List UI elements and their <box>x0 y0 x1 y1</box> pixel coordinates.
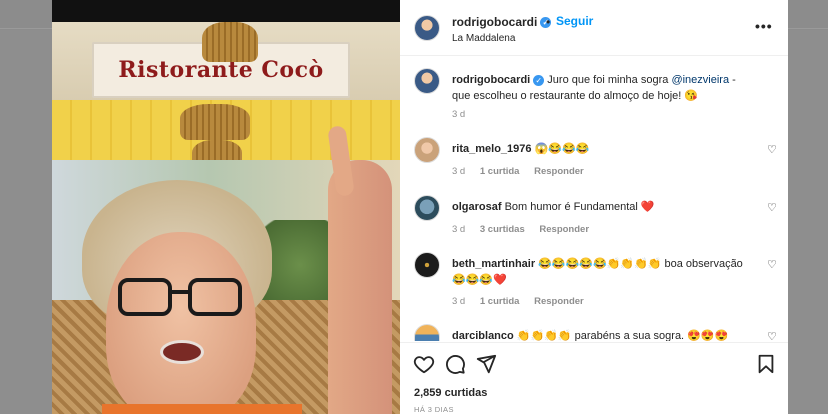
caption-body-start: Juro que foi minha sogra <box>547 74 672 86</box>
header-separator: • <box>546 15 551 29</box>
reply-button[interactable]: Responder <box>534 296 584 307</box>
comment-time: 3 d <box>452 296 466 307</box>
photo-top-strip <box>52 0 400 22</box>
share-icon[interactable] <box>475 353 497 375</box>
reply-button[interactable]: Responder <box>539 224 589 235</box>
post-panel: rodrigobocardi ✓ • Seguir La Maddalena ••… <box>400 0 788 414</box>
comment-text: rita_melo_1976 😱😂😂😂 <box>452 141 752 157</box>
comments-list[interactable]: rodrigobocardi ✓ Juro que foi minha sogra… <box>400 57 788 341</box>
comment-likes[interactable]: 1 curtida <box>480 166 520 177</box>
wicker-lamp <box>180 104 250 140</box>
comment-body: 👏👏👏👏 parabéns a sua sogra. 😍😍😍 <box>516 330 729 341</box>
caption-meta: 3 d <box>452 109 477 120</box>
comment-heart-icon[interactable]: ♡ <box>767 201 777 214</box>
author-username[interactable]: rodrigobocardi ✓ <box>452 15 552 29</box>
comment-meta: 3 d 1 curtida Responder <box>452 166 596 177</box>
comment-text: olgarosaf Bom humor é Fundamental ❤️ <box>452 199 752 215</box>
commenter-username[interactable]: beth_martinhair <box>452 258 535 270</box>
comment-time: 3 d <box>452 166 466 177</box>
post-modal: Ristorante Cocò rodrigobocardi ✓ • Seguir… <box>52 0 788 414</box>
comment-icon[interactable] <box>444 353 466 375</box>
glasses-bridge <box>170 290 190 294</box>
commenter-avatar[interactable] <box>414 137 440 163</box>
comment-text: beth_martinhair 😂😂😂😂😂👏👏👏👏 boa observação… <box>452 256 752 288</box>
glasses-right-lens <box>188 278 242 316</box>
caption-text: rodrigobocardi ✓ Juro que foi minha sogra… <box>452 72 752 104</box>
commenter-avatar[interactable] <box>414 252 440 278</box>
comment-text: darciblanco 👏👏👏👏 parabéns a sua sogra. 😍… <box>452 328 752 341</box>
post-age: HÁ 3 DIAS <box>414 405 454 414</box>
post-actions: 2,859 curtidas HÁ 3 DIAS <box>400 342 788 414</box>
caption-time: 3 d <box>452 109 466 120</box>
caption-mention[interactable]: @inezvieira <box>671 74 729 86</box>
comment-heart-icon[interactable]: ♡ <box>767 258 777 271</box>
comment-likes[interactable]: 3 curtidas <box>480 224 525 235</box>
author-avatar[interactable] <box>414 68 440 94</box>
commenter-avatar[interactable] <box>414 195 440 221</box>
comment-body: Bom humor é Fundamental ❤️ <box>504 201 655 213</box>
comment-heart-icon[interactable]: ♡ <box>767 143 777 156</box>
raised-arm <box>328 160 392 414</box>
commenter-username[interactable]: rita_melo_1976 <box>452 143 532 155</box>
comment-body: 😱😂😂😂 <box>534 143 590 155</box>
commenter-username[interactable]: olgarosaf <box>452 201 502 213</box>
comment-time: 3 d <box>452 224 466 235</box>
caption-username[interactable]: rodrigobocardi <box>452 74 530 86</box>
comment-meta: 3 d 3 curtidas Responder <box>452 224 601 235</box>
post-photo[interactable]: Ristorante Cocò <box>52 0 400 414</box>
post-location[interactable]: La Maddalena <box>452 33 515 44</box>
likes-count[interactable]: 2,859 curtidas <box>414 387 487 399</box>
heart-icon[interactable] <box>413 353 435 375</box>
reply-button[interactable]: Responder <box>534 166 584 177</box>
comment-likes[interactable]: 1 curtida <box>480 296 520 307</box>
post-header: rodrigobocardi ✓ • Seguir La Maddalena ••… <box>400 0 788 56</box>
comment-heart-icon[interactable]: ♡ <box>767 330 777 341</box>
woman-face <box>106 232 256 414</box>
more-options-button[interactable]: ••• <box>755 18 773 34</box>
bookmark-icon[interactable] <box>755 353 777 375</box>
glasses-left-lens <box>118 278 172 316</box>
commenter-username[interactable]: darciblanco <box>452 330 514 341</box>
orange-shirt <box>102 404 302 414</box>
comment-meta: 3 d 1 curtida Responder <box>452 296 596 307</box>
author-username-text[interactable]: rodrigobocardi <box>452 15 537 29</box>
woman-mouth <box>160 340 204 364</box>
wicker-lamp <box>202 22 258 62</box>
commenter-avatar[interactable] <box>414 324 440 341</box>
author-avatar[interactable] <box>414 15 440 41</box>
verified-icon: ✓ <box>533 74 545 86</box>
follow-button[interactable]: Seguir <box>556 14 593 28</box>
